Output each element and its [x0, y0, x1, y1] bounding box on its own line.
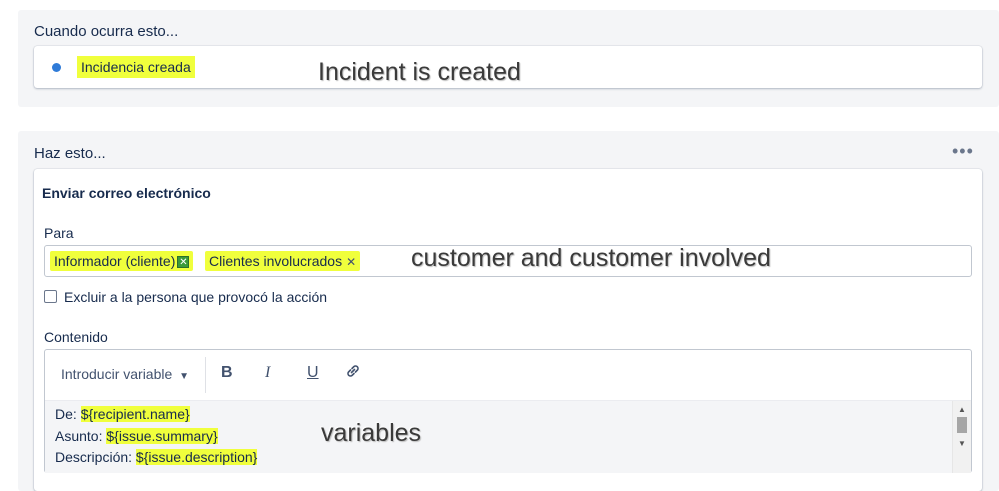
recipients-annotation: customer and customer involved	[411, 244, 771, 272]
recipient-tag-label: Informador (cliente)	[54, 253, 176, 269]
content-scrollbar[interactable]: ▲ ▼	[952, 401, 971, 473]
content-editor[interactable]: Introducir variable ▼ B I U De: ${recipi…	[44, 349, 972, 473]
content-variable: ${issue.description}	[135, 449, 258, 465]
variables-annotation: variables	[321, 419, 422, 447]
trigger-title: Cuando ocurra esto...	[34, 23, 179, 40]
more-options-icon[interactable]: •••	[952, 141, 974, 162]
send-email-card: Enviar correo electrónico Para Informado…	[34, 169, 982, 491]
recipient-tag-label: Clientes involucrados	[209, 253, 343, 269]
recipient-tag-involved[interactable]: Clientes involucrados ✕	[205, 251, 361, 271]
content-prefix: Asunto:	[55, 428, 107, 444]
remove-tag-icon[interactable]: ✕	[346, 255, 356, 269]
exclude-label: Excluir a la persona que provocó la acci…	[64, 289, 328, 305]
recipient-tag-reporter[interactable]: Informador (cliente) ✕	[50, 251, 194, 271]
scroll-up-icon[interactable]: ▲	[958, 405, 966, 414]
action-panel: Haz esto... ••• Enviar correo electrónic…	[18, 131, 999, 491]
content-variable: ${issue.summary}	[106, 428, 218, 444]
content-line-from: De: ${recipient.name}	[55, 406, 190, 422]
bold-button[interactable]: B	[221, 364, 233, 382]
toolbar-divider	[205, 357, 206, 393]
scroll-thumb[interactable]	[957, 417, 967, 433]
content-prefix: De:	[55, 406, 81, 422]
chevron-down-icon: ▼	[179, 371, 190, 382]
scroll-down-icon[interactable]: ▼	[958, 439, 966, 448]
remove-tag-icon[interactable]: ✕	[177, 256, 190, 269]
status-dot-icon	[52, 63, 61, 72]
italic-button[interactable]: I	[265, 364, 270, 382]
trigger-annotation: Incident is created	[318, 58, 521, 86]
card-title: Enviar correo electrónico	[42, 185, 211, 201]
insert-variable-dropdown[interactable]: Introducir variable ▼	[61, 366, 189, 382]
insert-variable-label: Introducir variable	[61, 366, 173, 382]
content-label: Contenido	[44, 329, 108, 345]
trigger-panel: Cuando ocurra esto... Incidencia creada …	[18, 10, 999, 107]
recipients-field[interactable]: Informador (cliente) ✕ Clientes involucra…	[44, 245, 972, 277]
exclude-checkbox[interactable]	[44, 290, 57, 303]
trigger-item-label: Incidencia creada	[77, 56, 195, 78]
to-label: Para	[44, 225, 74, 241]
link-icon[interactable]	[344, 362, 362, 385]
underline-button[interactable]: U	[307, 364, 319, 382]
content-line-subject: Asunto: ${issue.summary}	[55, 428, 218, 444]
content-variable: ${recipient.name}	[80, 406, 190, 422]
content-line-description: Descripción: ${issue.description}	[55, 449, 258, 465]
content-prefix: Descripción:	[55, 449, 136, 465]
content-body[interactable]: De: ${recipient.name} Asunto: ${issue.su…	[45, 400, 971, 473]
action-title: Haz esto...	[34, 145, 106, 162]
